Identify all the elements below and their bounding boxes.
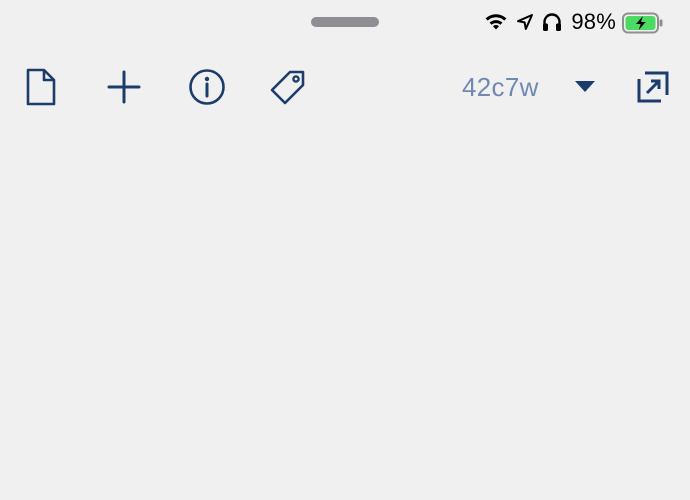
editor-toolbar: 42c7w xyxy=(0,62,690,112)
info-button[interactable] xyxy=(185,62,229,112)
version-selector[interactable]: 42c7w xyxy=(462,62,539,112)
add-button[interactable] xyxy=(102,62,146,112)
expand-icon xyxy=(635,69,671,105)
new-document-button[interactable] xyxy=(19,62,63,112)
tag-icon xyxy=(269,68,307,106)
info-icon xyxy=(188,68,226,106)
chevron-down-icon[interactable] xyxy=(575,81,595,92)
app-screen: 98% 42c7w xyxy=(0,0,690,500)
battery-percentage: 98% xyxy=(571,9,616,34)
sheet-grabber-handle[interactable] xyxy=(311,17,379,27)
document-content-area[interactable] xyxy=(0,125,690,500)
tag-button[interactable] xyxy=(266,62,310,112)
status-bar: 98% xyxy=(483,8,663,36)
location-arrow-icon xyxy=(515,12,535,32)
new-document-icon xyxy=(24,67,58,107)
headphones-icon xyxy=(541,12,563,32)
wifi-icon xyxy=(483,12,509,32)
version-label: 42c7w xyxy=(462,71,539,102)
expand-button[interactable] xyxy=(631,62,675,112)
add-icon xyxy=(106,69,142,105)
battery-charging-icon xyxy=(622,12,663,34)
